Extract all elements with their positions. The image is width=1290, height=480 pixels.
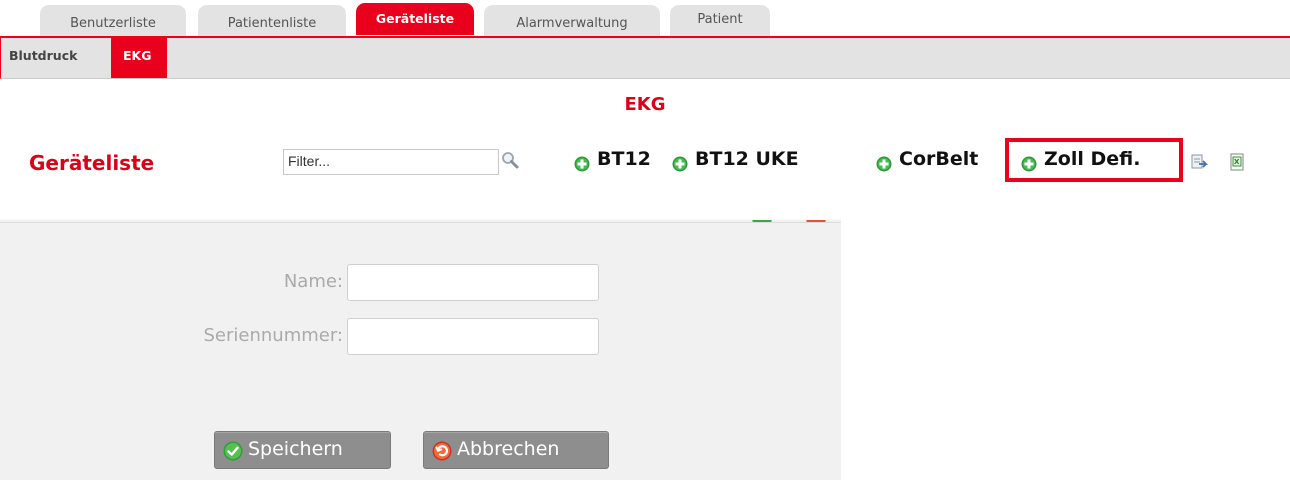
main-tabs: Benutzerliste Patientenliste Geräteliste…: [0, 0, 1290, 37]
add-icon: [574, 155, 590, 172]
serial-number-field[interactable]: [347, 318, 599, 355]
excel-icon[interactable]: X: [1228, 152, 1246, 172]
name-label: Name:: [283, 271, 343, 292]
add-icon: [672, 155, 688, 172]
cancel-button-label: Abbrechen: [457, 438, 560, 460]
tab-patient[interactable]: Patient: [670, 5, 770, 37]
device-label: Zoll Defi.: [1044, 148, 1141, 170]
search-icon[interactable]: [500, 150, 522, 172]
cancel-icon: [432, 441, 452, 461]
save-button[interactable]: Speichern: [214, 431, 391, 469]
device-label: BT12 UKE: [695, 148, 799, 170]
sub-tab-bar: Blutdruck EKG: [0, 36, 1290, 79]
tab-geraeteliste[interactable]: Geräteliste: [356, 3, 474, 35]
page-title: EKG: [624, 94, 666, 115]
name-field[interactable]: [347, 264, 599, 301]
list-title: Geräteliste: [29, 151, 155, 175]
filter-input[interactable]: Filter...: [283, 149, 499, 175]
subtab-blutdruck[interactable]: Blutdruck: [1, 38, 111, 78]
check-icon: [223, 441, 243, 461]
tab-alarmverwaltung[interactable]: Alarmverwaltung: [484, 5, 660, 37]
serial-number-label: Seriennummer:: [203, 325, 344, 346]
add-icon: [876, 155, 892, 172]
add-icon: [1021, 155, 1037, 172]
save-button-label: Speichern: [248, 438, 343, 460]
device-label: BT12: [597, 148, 651, 170]
tab-benutzerliste[interactable]: Benutzerliste: [40, 5, 186, 37]
cancel-button[interactable]: Abbrechen: [423, 431, 609, 469]
subtab-ekg[interactable]: EKG: [111, 38, 167, 78]
tab-patientenliste[interactable]: Patientenliste: [198, 5, 346, 37]
svg-text:X: X: [1234, 158, 1240, 166]
device-label: CorBelt: [899, 148, 979, 170]
export-icon[interactable]: [1190, 152, 1209, 172]
